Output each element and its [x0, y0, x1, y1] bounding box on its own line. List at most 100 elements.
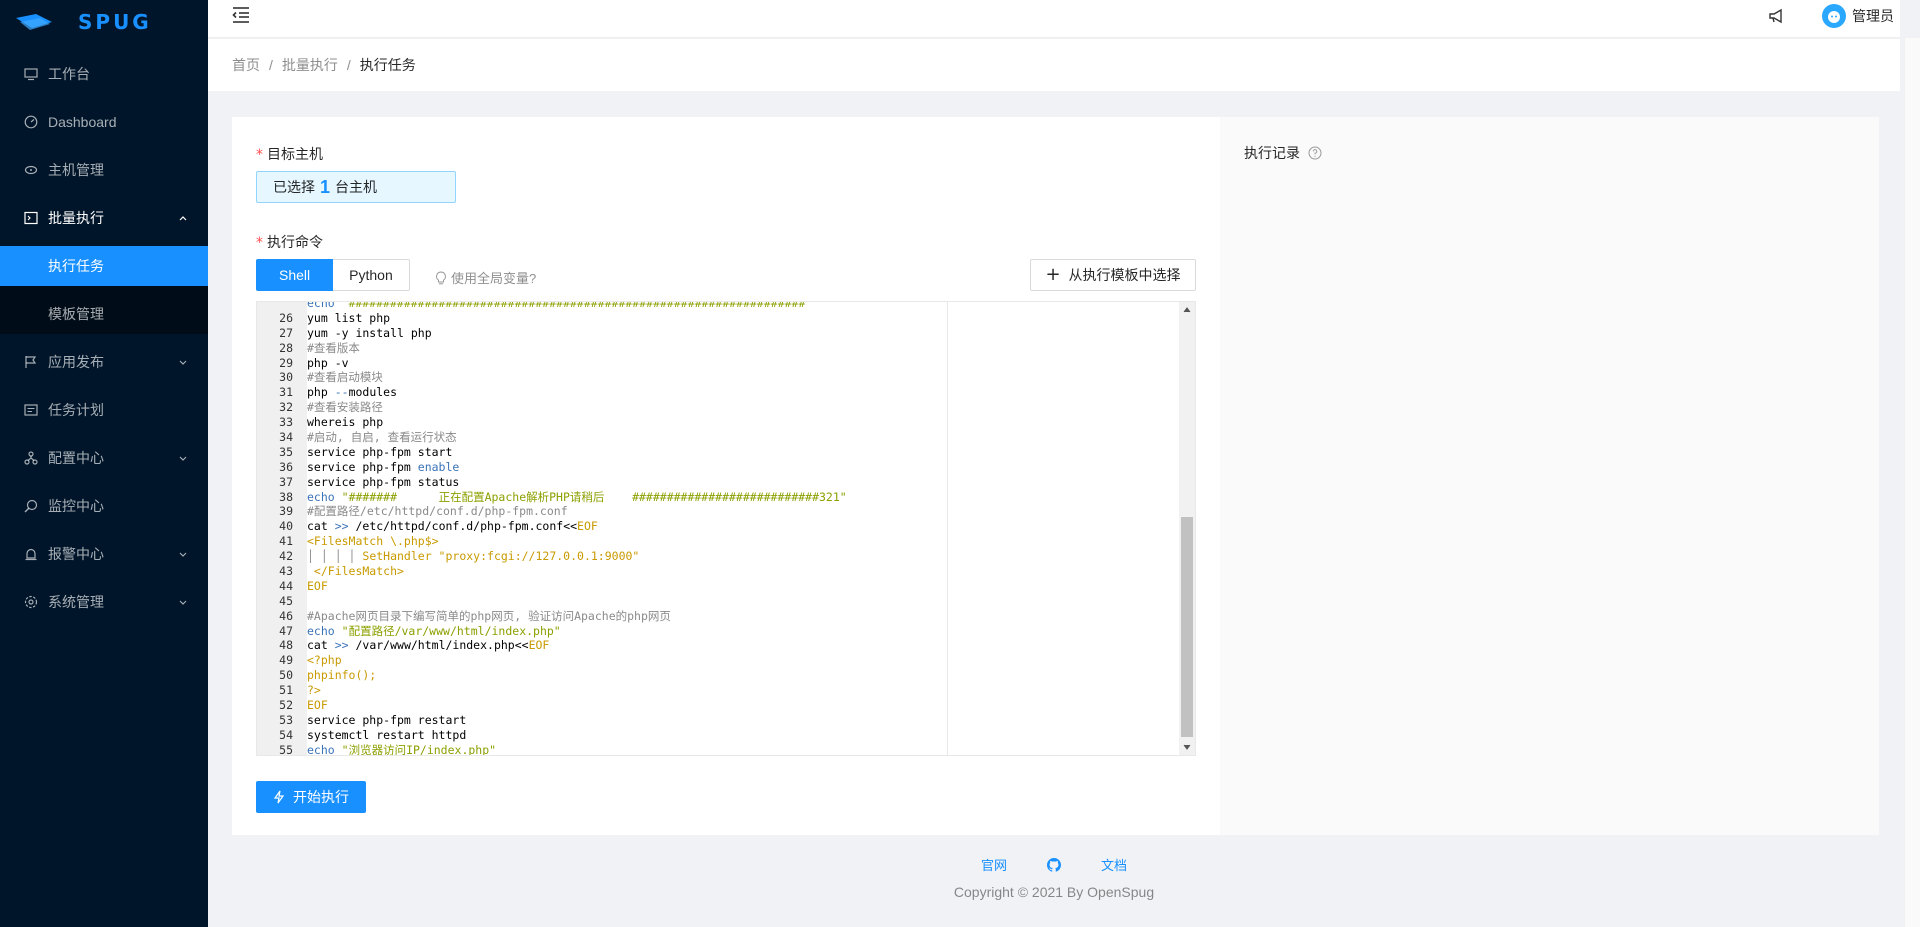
exec-task-card: * 目标主机 已选择 1 台主机 * 执行命令 Shell Python 使用全局变… [232, 117, 1879, 835]
exec-record-pane: 执行记录 [1220, 117, 1879, 835]
footer-link-docs[interactable]: 文档 [1101, 855, 1127, 874]
code-line: 49 <?php [279, 653, 342, 668]
code-line: 54 systemctl restart httpd [279, 727, 467, 742]
breadcrumb-batch-exec[interactable]: 批量执行 [282, 55, 338, 75]
breadcrumb-home[interactable]: 首页 [232, 55, 260, 75]
code-line: 33 whereis php [279, 415, 384, 430]
cloud-server-icon [24, 163, 38, 177]
code-line: 44 EOF [279, 578, 328, 593]
sidebar-item-hosts[interactable]: 主机管理 [0, 150, 208, 190]
sidebar-item-deploy[interactable]: 应用发布 [0, 342, 208, 382]
command-label: * 执行命令 [256, 232, 323, 252]
copyright: Copyright © 2021 By OpenSpug [953, 884, 1155, 900]
exec-record-title-text: 执行记录 [1244, 145, 1300, 161]
start-exec-button[interactable]: 开始执行 [256, 781, 366, 813]
sidebar-item-label: 批量执行 [48, 210, 104, 226]
code-line: 27 yum -y install php [279, 325, 432, 340]
code-line: 34 #启动, 自启, 查看运行状态 [279, 430, 457, 445]
notification-icon[interactable] [1768, 7, 1786, 25]
top-header: 管理员 [208, 0, 1900, 38]
sidebar-item-system[interactable]: 系统管理 [0, 582, 208, 622]
chevron-up-icon [179, 216, 187, 221]
sidebar-item-workbench[interactable]: 工作台 [0, 54, 208, 94]
code-line: 28 #查看版本 [279, 340, 360, 355]
alert-icon [24, 547, 38, 561]
code-line: 40 cat >> /etc/httpd/conf.d/php-fpm.conf<… [279, 519, 598, 534]
dashboard-icon [24, 115, 38, 129]
host-prefix: 已选择 [273, 179, 315, 195]
footer-link-website[interactable]: 官网 [981, 855, 1007, 874]
desktop-icon [24, 67, 38, 81]
code-line: 39 #配置路径/etc/httpd/conf.d/php-fpm.conf [279, 504, 568, 519]
global-vars-hint-text: 使用全局变量? [451, 271, 537, 286]
question-circle-icon[interactable] [1308, 146, 1322, 160]
select-template-button[interactable]: + 从执行模板中选择 [1030, 259, 1196, 291]
scroll-up-icon[interactable] [1182, 305, 1192, 315]
code-line: 32 #查看安装路径 [279, 400, 383, 415]
sidebar: SPUG 工作台 Dashboard 主机管理 批量执行 执行任务 模板管理 应… [0, 0, 208, 927]
setting-icon [24, 595, 38, 609]
start-exec-label: 开始执行 [293, 789, 349, 805]
tab-python[interactable]: Python [333, 259, 410, 291]
code-line: 45 [279, 593, 293, 608]
code-line: 43 </FilesMatch> [279, 564, 404, 579]
scroll-down-icon[interactable] [1182, 742, 1192, 752]
code-line: 41 <FilesMatch \.php$> [279, 534, 439, 549]
bulb-icon [436, 270, 446, 284]
chevron-down-icon [179, 360, 187, 365]
code-line: 42 │ │ │ │ SetHandler "proxy:fcgi://127.0… [279, 549, 640, 564]
code-line: 51 ?> [279, 683, 321, 698]
select-host-button[interactable]: 已选择 1 台主机 [256, 171, 456, 203]
deployment-unit-icon [24, 451, 38, 465]
sidebar-item-monitor[interactable]: 监控中心 [0, 486, 208, 526]
code-line: 53 service php-fpm restart [279, 712, 467, 727]
sidebar-item-label: 监控中心 [48, 498, 104, 514]
sidebar-item-config[interactable]: 配置中心 [0, 438, 208, 478]
editor-lines: echo "##################################… [257, 301, 1181, 756]
global-vars-hint[interactable]: 使用全局变量? [435, 268, 536, 287]
batch-exec-submenu: 执行任务 模板管理 [0, 246, 208, 334]
menu-fold-icon[interactable] [231, 5, 251, 25]
host-count: 1 [320, 176, 331, 197]
logo[interactable]: SPUG [0, 0, 208, 44]
code-icon [24, 211, 38, 225]
code-line: 35 service php-fpm start [279, 444, 453, 459]
code-line: 48 cat >> /var/www/html/index.php<<EOF [279, 638, 550, 653]
monitor-icon [24, 499, 38, 513]
username: 管理员 [1852, 8, 1894, 24]
thunderbolt-icon [273, 790, 285, 804]
host-suffix: 台主机 [335, 179, 378, 195]
code-line: 55 echo "浏览器访问IP/index.php" [279, 742, 497, 756]
code-line: 30 #查看启动模块 [279, 370, 383, 385]
sidebar-item-alarm[interactable]: 报警中心 [0, 534, 208, 574]
sidebar-subitem-label: 模板管理 [48, 306, 104, 322]
flag-icon [24, 355, 38, 369]
code-line: 26 yum list php [279, 310, 391, 325]
code-line: 29 php -v [279, 355, 349, 370]
sidebar-item-label: 应用发布 [48, 354, 104, 370]
chevron-down-icon [179, 456, 187, 461]
editor-scrollbar[interactable] [1179, 302, 1195, 755]
target-host-label-text: 目标主机 [267, 146, 323, 162]
code-line: echo "##################################… [307, 301, 813, 310]
footer: 官网 文档 Copyright © 2021 By OpenSpug [208, 855, 1900, 900]
page-scrollbar[interactable] [1904, 38, 1920, 927]
code-line: 50 phpinfo(); [279, 668, 377, 683]
sidebar-item-label: 主机管理 [48, 162, 104, 178]
user-menu[interactable]: 管理员 [1822, 4, 1894, 28]
sidebar-item-batch-exec[interactable]: 批量执行 [0, 198, 208, 238]
code-line: 46 #Apache网页目录下编写简单的php网页, 验证访问Apache的php… [279, 608, 671, 623]
scrollbar-thumb[interactable] [1181, 517, 1193, 737]
sidebar-item-label: 任务计划 [48, 402, 104, 418]
target-host-label: * 目标主机 [256, 144, 323, 164]
github-icon[interactable] [1047, 857, 1061, 872]
sidebar-item-schedule[interactable]: 任务计划 [0, 390, 208, 430]
sidebar-subitem-template[interactable]: 模板管理 [0, 294, 208, 334]
schedule-icon [24, 403, 38, 417]
sidebar-item-dashboard[interactable]: Dashboard [0, 102, 208, 142]
select-template-label: 从执行模板中选择 [1068, 267, 1181, 283]
tab-shell[interactable]: Shell [256, 259, 334, 291]
sidebar-subitem-exec-task[interactable]: 执行任务 [0, 246, 208, 286]
breadcrumb-current: 执行任务 [359, 57, 416, 73]
code-editor[interactable]: echo "##################################… [256, 301, 1196, 756]
